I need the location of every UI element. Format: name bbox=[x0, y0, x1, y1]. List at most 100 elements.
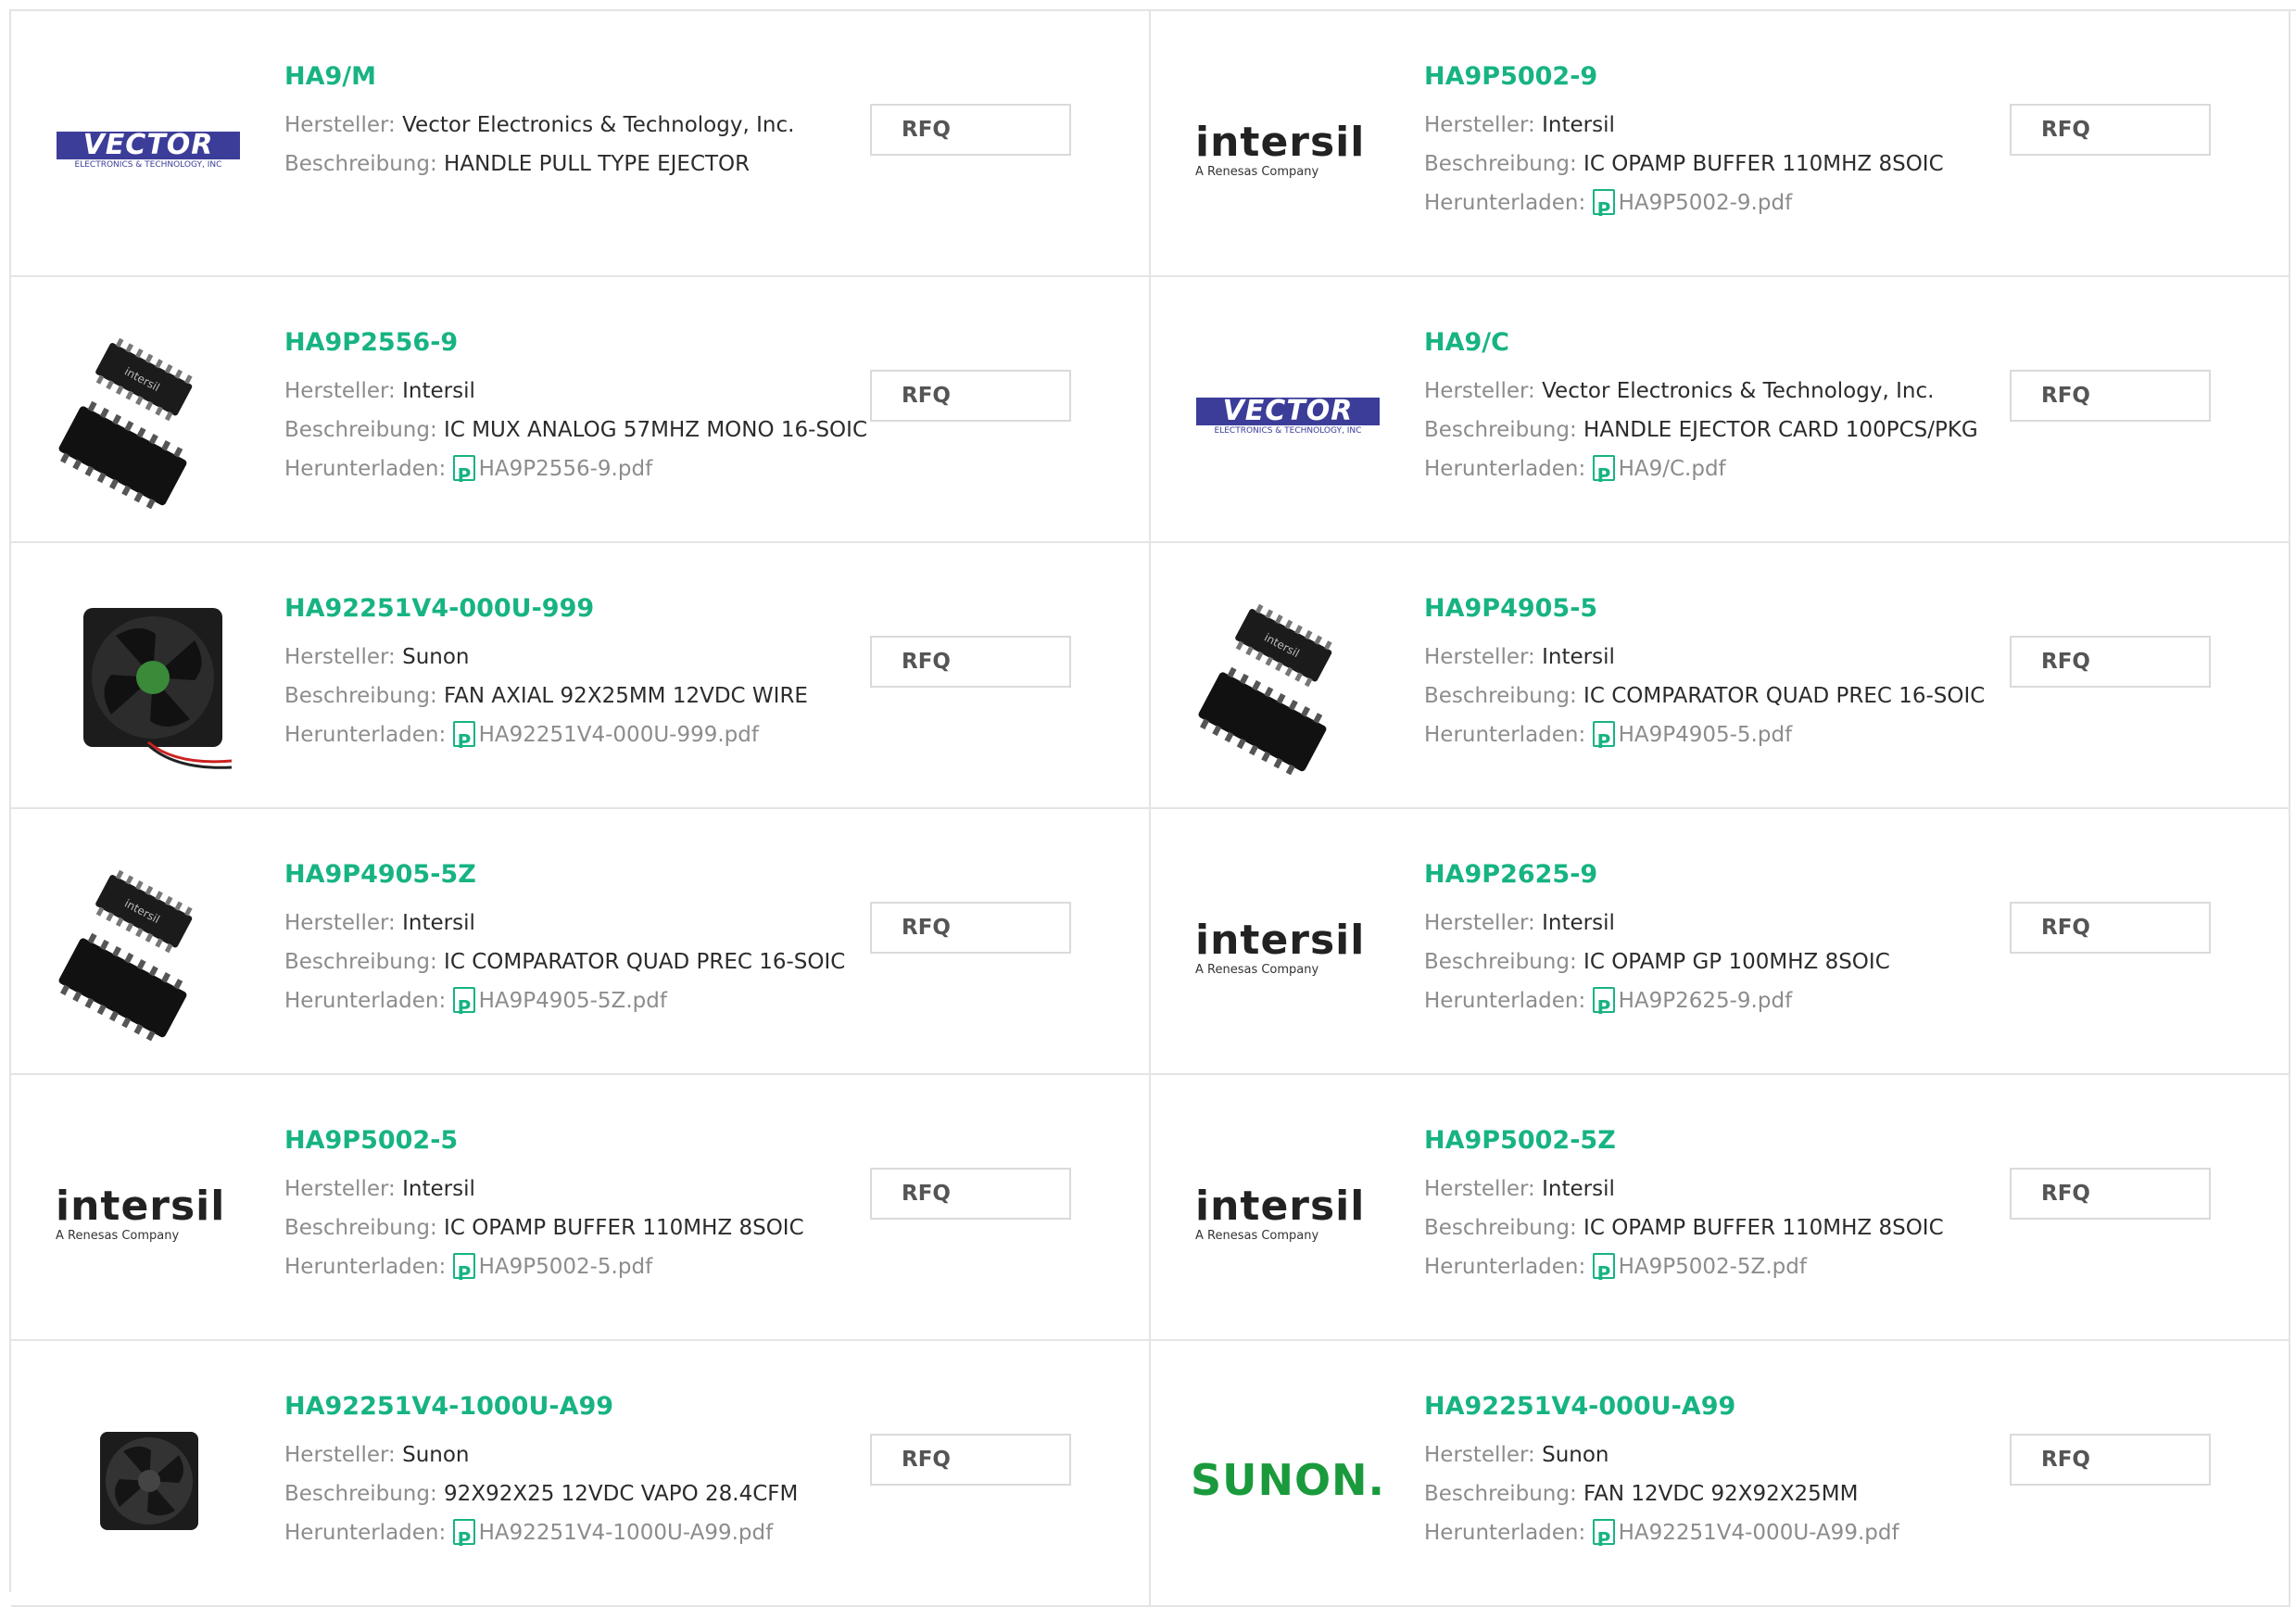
download-label: Herunterladen: bbox=[1424, 457, 1586, 481]
product-image[interactable]: intersil bbox=[1195, 589, 1381, 775]
intersil-logo: intersil A Renesas Company bbox=[56, 1182, 226, 1243]
part-number-link[interactable]: HA9P2556-9 bbox=[284, 325, 877, 361]
product-image[interactable]: intersil A Renesas Company bbox=[56, 1121, 241, 1307]
manufacturer-value: Sunon bbox=[402, 1443, 470, 1467]
part-number-link[interactable]: HA9P5002-5Z bbox=[1424, 1123, 2017, 1158]
part-number-link[interactable]: HA9P5002-5 bbox=[284, 1123, 877, 1158]
description-value: HANDLE EJECTOR CARD 100PCS/PKG bbox=[1583, 418, 1978, 442]
vector-logo: VECTOR ELECTRONICS & TECHNOLOGY, INC bbox=[57, 131, 240, 170]
download-label: Herunterladen: bbox=[1424, 989, 1586, 1013]
download-label: Herunterladen: bbox=[284, 989, 447, 1013]
rfq-button[interactable]: RFQ bbox=[870, 636, 1071, 688]
manufacturer-value: Intersil bbox=[402, 911, 475, 935]
rfq-button[interactable]: RFQ bbox=[2010, 636, 2211, 688]
datasheet-link[interactable]: HA9P5002-5.pdf bbox=[479, 1255, 653, 1279]
product-image[interactable]: intersil bbox=[56, 323, 241, 509]
download-label: Herunterladen: bbox=[1424, 1521, 1586, 1545]
product-image[interactable]: intersil A Renesas Company bbox=[1195, 1121, 1381, 1307]
pdf-icon bbox=[1592, 189, 1615, 229]
rfq-button[interactable]: RFQ bbox=[2010, 104, 2211, 156]
description-label: Beschreibung: bbox=[284, 1482, 437, 1506]
product-card: intersil A Renesas Company HA9P5002-5Z H… bbox=[1151, 1075, 2290, 1341]
description-value: IC MUX ANALOG 57MHZ MONO 16-SOIC bbox=[444, 418, 868, 442]
manufacturer-label: Hersteller: bbox=[1424, 1177, 1535, 1201]
manufacturer-label: Hersteller: bbox=[1424, 911, 1535, 935]
part-number-link[interactable]: HA9P5002-9 bbox=[1424, 59, 2017, 95]
product-image[interactable]: VECTOR ELECTRONICS & TECHNOLOGY, INC bbox=[1195, 323, 1381, 509]
product-card: HA92251V4-000U-999 Hersteller: Sunon Bes… bbox=[11, 543, 1151, 809]
description-value: FAN AXIAL 92X25MM 12VDC WIRE bbox=[444, 684, 808, 708]
part-number-link[interactable]: HA9P2625-9 bbox=[1424, 857, 2017, 892]
part-number-link[interactable]: HA92251V4-000U-A99 bbox=[1424, 1389, 2017, 1424]
description-value: IC OPAMP GP 100MHZ 8SOIC bbox=[1583, 950, 1890, 974]
description-label: Beschreibung: bbox=[284, 684, 437, 708]
pdf-icon bbox=[1592, 721, 1615, 761]
manufacturer-value: Intersil bbox=[1542, 1177, 1615, 1201]
pdf-icon bbox=[1592, 1519, 1615, 1559]
part-number-link[interactable]: HA9/C bbox=[1424, 325, 2017, 361]
vector-logo: VECTOR ELECTRONICS & TECHNOLOGY, INC bbox=[1196, 397, 1380, 436]
pdf-icon bbox=[1592, 455, 1615, 495]
product-image[interactable]: SUNON. bbox=[1191, 1387, 1384, 1573]
pdf-icon bbox=[452, 721, 475, 761]
download-label: Herunterladen: bbox=[284, 1521, 447, 1545]
manufacturer-value: Intersil bbox=[1542, 645, 1615, 669]
pdf-icon bbox=[1592, 987, 1615, 1027]
part-number-link[interactable]: HA9P4905-5Z bbox=[284, 857, 877, 892]
datasheet-link[interactable]: HA92251V4-000U-A99.pdf bbox=[1619, 1521, 1899, 1545]
product-image[interactable]: intersil bbox=[56, 855, 241, 1041]
part-number-link[interactable]: HA9/M bbox=[284, 59, 877, 95]
rfq-button[interactable]: RFQ bbox=[870, 370, 1071, 422]
manufacturer-label: Hersteller: bbox=[1424, 645, 1535, 669]
part-number-link[interactable]: HA92251V4-000U-999 bbox=[284, 591, 877, 626]
datasheet-link[interactable]: HA92251V4-1000U-A99.pdf bbox=[479, 1521, 774, 1545]
product-card: intersil HA9P4905-5 Hersteller: Intersil… bbox=[1151, 543, 2290, 809]
part-number-link[interactable]: HA92251V4-1000U-A99 bbox=[284, 1389, 877, 1424]
intersil-logo: intersil A Renesas Company bbox=[1195, 118, 1366, 179]
description-label: Beschreibung: bbox=[1424, 1216, 1577, 1240]
rfq-button[interactable]: RFQ bbox=[870, 1168, 1071, 1220]
product-image[interactable]: intersil A Renesas Company bbox=[1195, 855, 1381, 1041]
datasheet-link[interactable]: HA9P2556-9.pdf bbox=[479, 457, 653, 481]
pdf-icon bbox=[452, 1519, 475, 1559]
datasheet-link[interactable]: HA9P5002-5Z.pdf bbox=[1619, 1255, 1807, 1279]
product-card: intersil A Renesas Company HA9P2625-9 He… bbox=[1151, 809, 2290, 1075]
fan-icon bbox=[83, 608, 233, 769]
datasheet-link[interactable]: HA9P4905-5.pdf bbox=[1619, 723, 1793, 747]
description-value: IC COMPARATOR QUAD PREC 16-SOIC bbox=[1583, 684, 1986, 708]
manufacturer-label: Hersteller: bbox=[284, 113, 396, 137]
description-value: IC OPAMP BUFFER 110MHZ 8SOIC bbox=[1583, 152, 1944, 176]
datasheet-link[interactable]: HA9P5002-9.pdf bbox=[1619, 191, 1793, 215]
rfq-button[interactable]: RFQ bbox=[2010, 1434, 2211, 1486]
product-image[interactable]: intersil A Renesas Company bbox=[1195, 57, 1381, 243]
product-grid: VECTOR ELECTRONICS & TECHNOLOGY, INC HA9… bbox=[9, 9, 2296, 1607]
datasheet-link[interactable]: HA9P2625-9.pdf bbox=[1619, 989, 1793, 1013]
part-number-link[interactable]: HA9P4905-5 bbox=[1424, 591, 2017, 626]
product-image[interactable] bbox=[56, 589, 241, 775]
manufacturer-label: Hersteller: bbox=[284, 645, 396, 669]
product-image[interactable]: VECTOR ELECTRONICS & TECHNOLOGY, INC bbox=[56, 57, 241, 243]
rfq-button[interactable]: RFQ bbox=[870, 902, 1071, 954]
intersil-logo: intersil A Renesas Company bbox=[1195, 916, 1366, 977]
datasheet-link[interactable]: HA9P4905-5Z.pdf bbox=[479, 989, 667, 1013]
manufacturer-value: Intersil bbox=[402, 379, 475, 403]
rfq-button[interactable]: RFQ bbox=[870, 104, 1071, 156]
product-image[interactable] bbox=[56, 1387, 241, 1573]
datasheet-link[interactable]: HA92251V4-000U-999.pdf bbox=[479, 723, 759, 747]
download-label: Herunterladen: bbox=[1424, 1255, 1586, 1279]
rfq-button[interactable]: RFQ bbox=[2010, 1168, 2211, 1220]
manufacturer-label: Hersteller: bbox=[1424, 1443, 1535, 1467]
description-label: Beschreibung: bbox=[284, 950, 437, 974]
datasheet-link[interactable]: HA9/C.pdf bbox=[1619, 457, 1726, 481]
rfq-button[interactable]: RFQ bbox=[2010, 370, 2211, 422]
soic-chip-icon: intersil bbox=[58, 869, 193, 1041]
soic-chip-icon: intersil bbox=[58, 337, 193, 509]
rfq-button[interactable]: RFQ bbox=[870, 1434, 1071, 1486]
description-label: Beschreibung: bbox=[1424, 152, 1577, 176]
rfq-button[interactable]: RFQ bbox=[2010, 902, 2211, 954]
product-card: HA92251V4-1000U-A99 Hersteller: Sunon Be… bbox=[11, 1341, 1151, 1607]
manufacturer-label: Hersteller: bbox=[1424, 113, 1535, 137]
manufacturer-value: Sunon bbox=[1542, 1443, 1609, 1467]
pdf-icon bbox=[452, 987, 475, 1027]
manufacturer-value: Vector Electronics & Technology, Inc. bbox=[1542, 379, 1935, 403]
